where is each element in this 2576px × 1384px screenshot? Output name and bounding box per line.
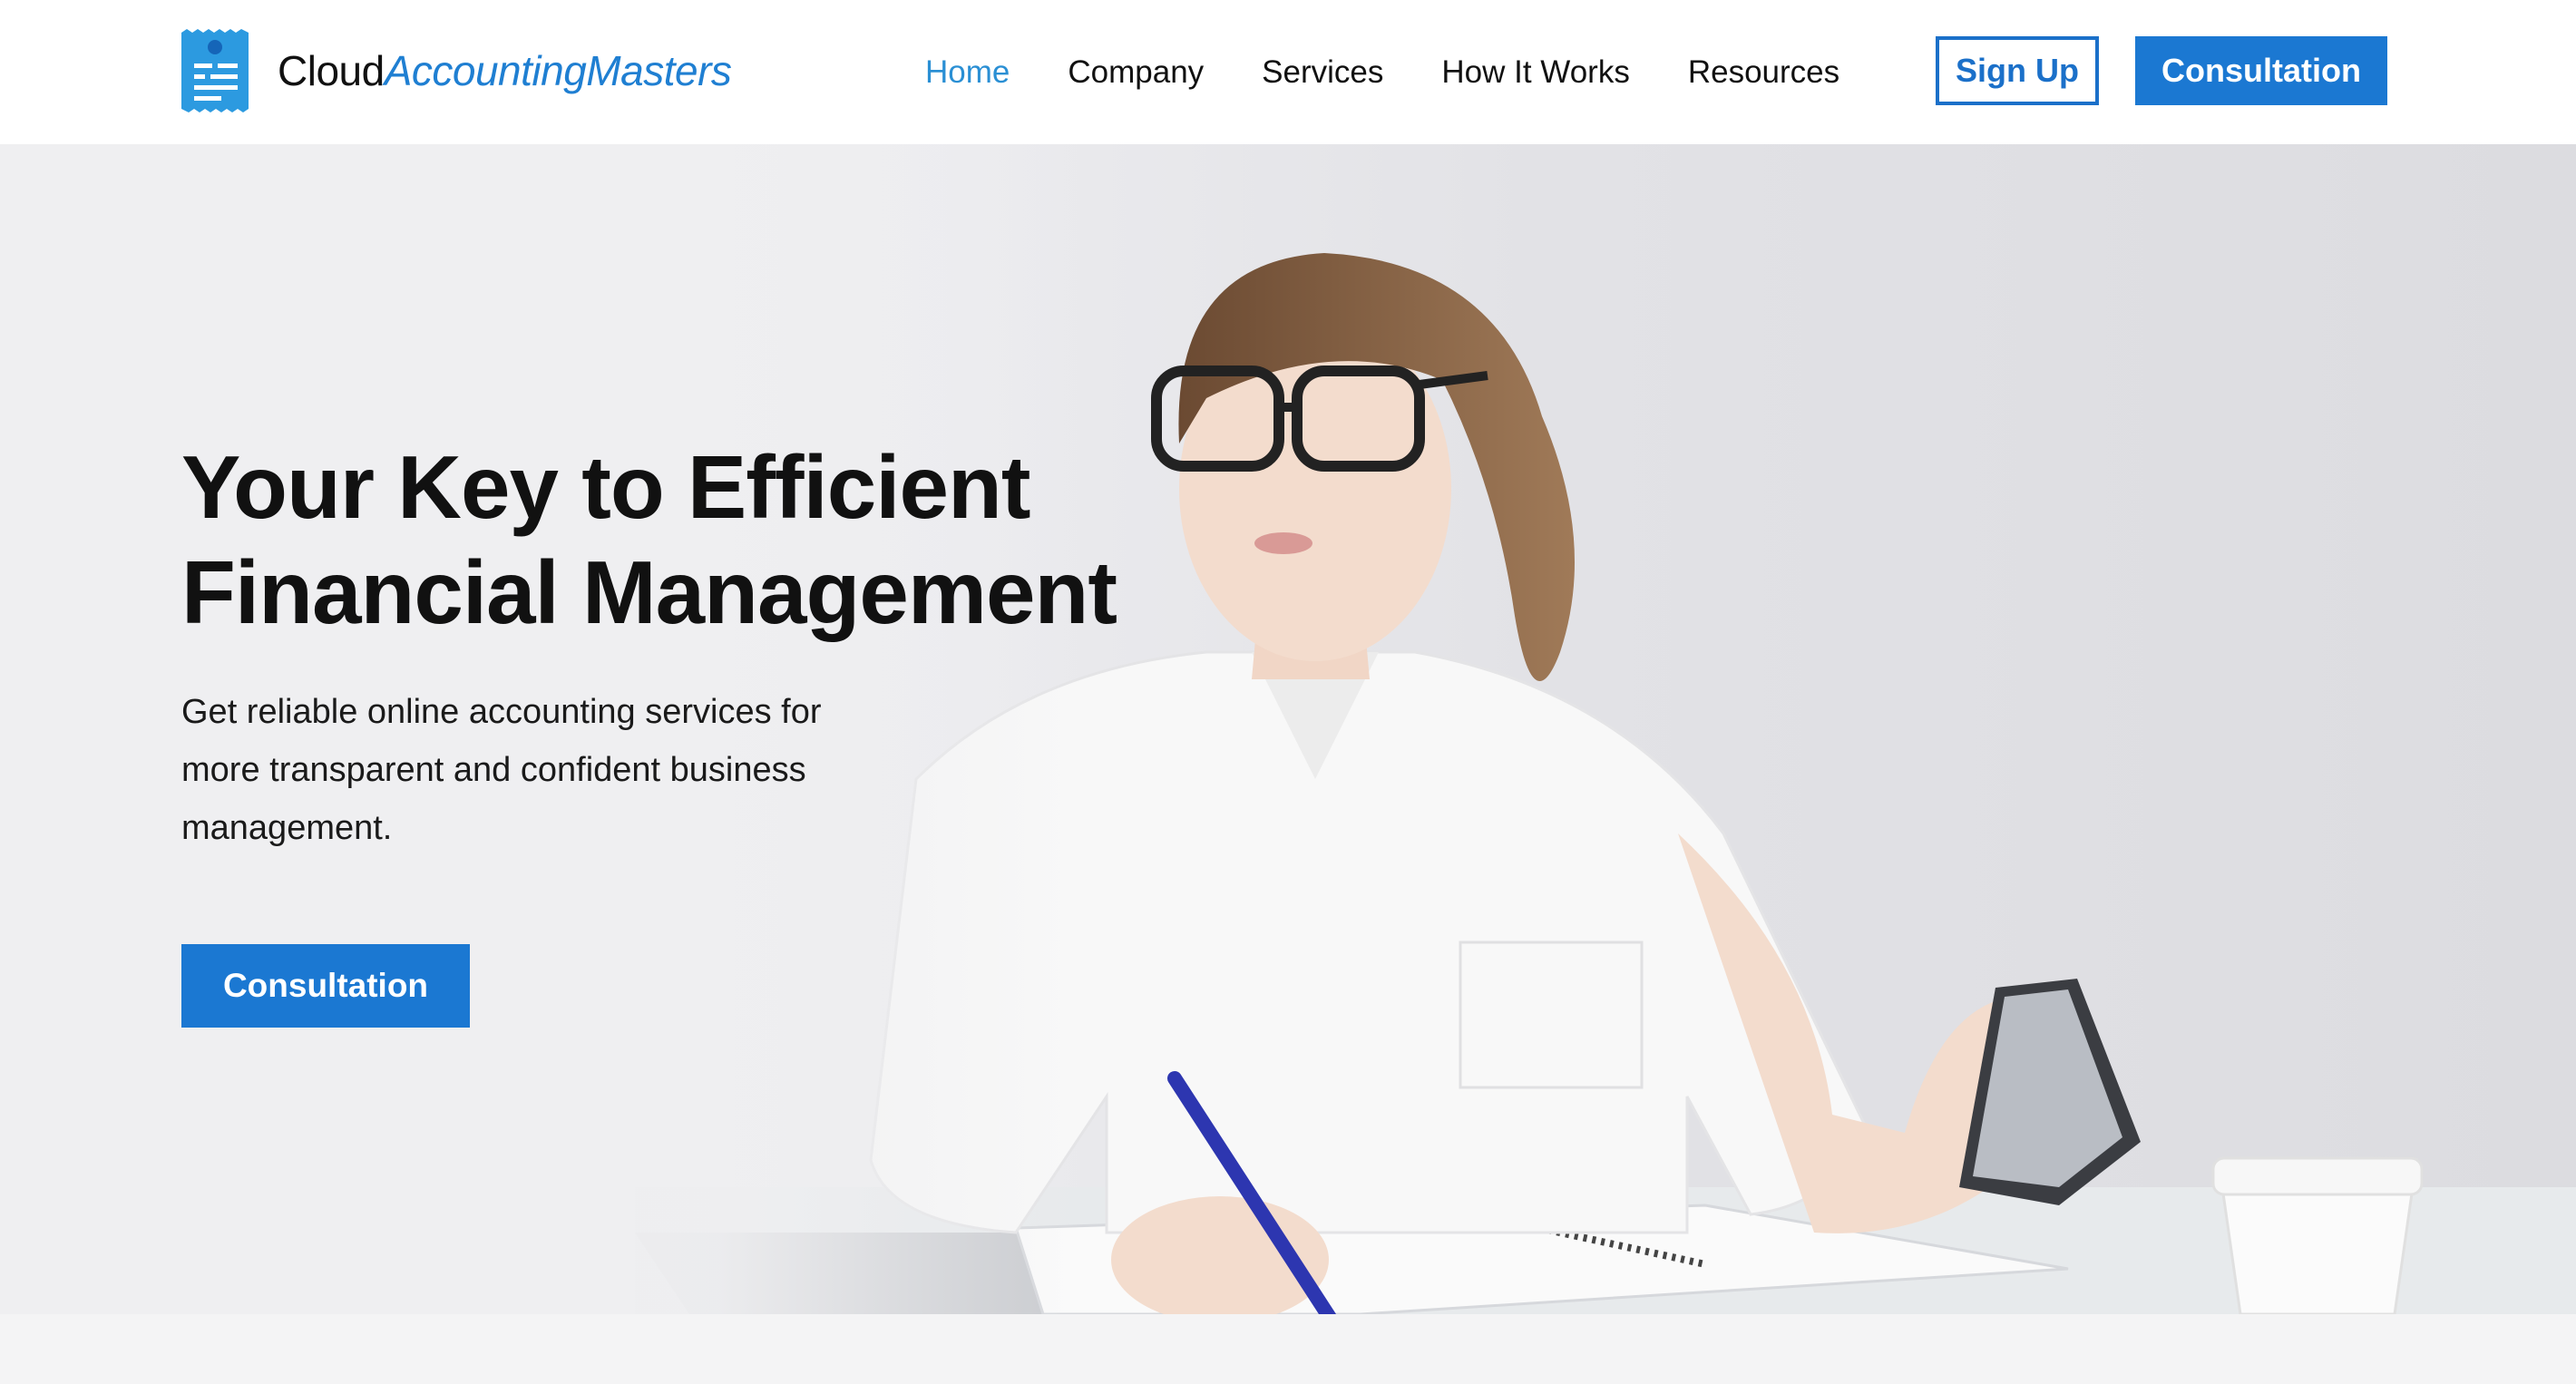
hero-subtitle-line1: Get reliable online accounting services … [181, 693, 822, 731]
hero-title-line2: Financial Management [181, 542, 1117, 642]
sign-up-button[interactable]: Sign Up [1936, 36, 2099, 105]
site-header: CloudAccountingMasters Home Company Serv… [0, 0, 2576, 144]
receipt-icon [181, 29, 249, 112]
nav-home[interactable]: Home [925, 47, 1010, 98]
hero-title-line1: Your Key to Efficient [181, 437, 1031, 537]
nav-resources[interactable]: Resources [1688, 47, 1839, 98]
nav-company[interactable]: Company [1068, 47, 1204, 98]
main-nav: Home Company Services How It Works Resou… [925, 47, 1898, 98]
hero-subtitle-line3: management. [181, 809, 393, 847]
nav-services[interactable]: Services [1262, 47, 1383, 98]
brand-name-part1: Cloud [278, 47, 385, 94]
nav-how-it-works[interactable]: How It Works [1441, 47, 1629, 98]
hero-subtitle-line2: more transparent and confident business [181, 751, 806, 789]
brand-name: CloudAccountingMasters [278, 46, 732, 95]
hero-section: Your Key to Efficient Financial Manageme… [0, 144, 2576, 1314]
hero-consultation-button[interactable]: Consultation [181, 944, 470, 1028]
brand-logo[interactable]: CloudAccountingMasters [181, 29, 732, 112]
hero-subtitle: Get reliable online accounting services … [181, 683, 925, 857]
header-consultation-button[interactable]: Consultation [2135, 36, 2387, 105]
hero-title: Your Key to Efficient Financial Manageme… [181, 434, 1179, 645]
next-section-strip [0, 1314, 2576, 1384]
brand-name-part2: AccountingMasters [384, 47, 732, 94]
